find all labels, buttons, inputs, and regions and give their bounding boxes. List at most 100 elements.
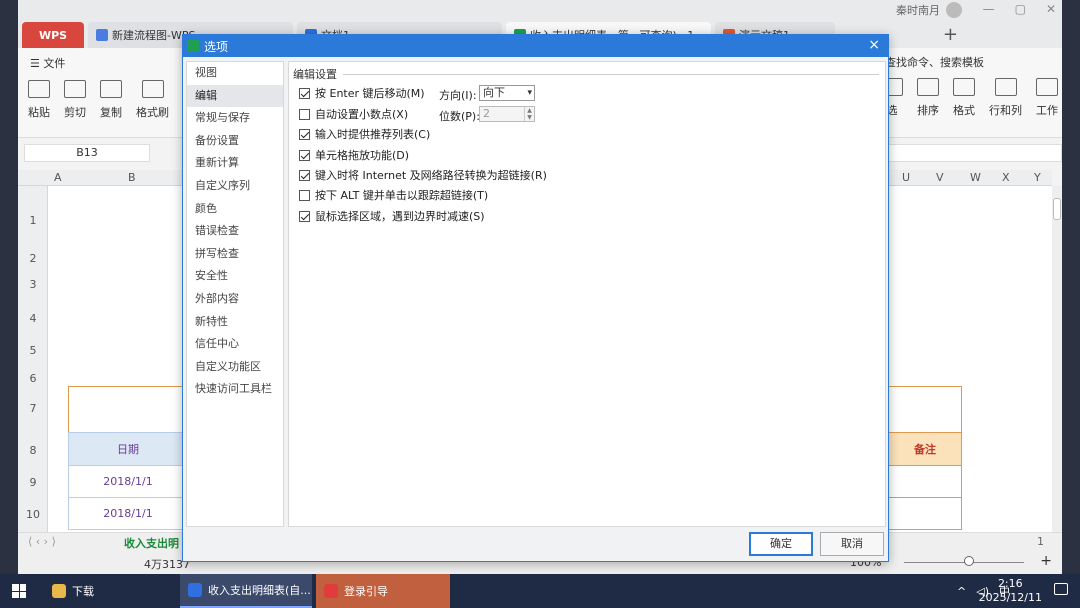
tab-wps-home[interactable]: WPS <box>22 22 84 48</box>
options-dialog: 选项 × 视图 编辑 常规与保存 备份设置 重新计算 自定义序列 颜色 错误检查… <box>182 34 889 562</box>
formula-bar[interactable] <box>884 144 1062 162</box>
maximize-icon[interactable]: ▢ <box>1015 2 1026 16</box>
option-auto-decimal[interactable]: 自动设置小数点(X) <box>299 106 408 122</box>
worksheet-icon <box>1036 78 1058 96</box>
format-icon <box>953 78 975 96</box>
nav-item-custom-ribbon[interactable]: 自定义功能区 <box>187 356 283 379</box>
close-icon[interactable]: ✕ <box>1046 2 1056 16</box>
nav-item-color[interactable]: 颜色 <box>187 198 283 221</box>
checkbox[interactable] <box>299 169 310 181</box>
option-slow-scroll[interactable]: 鼠标选择区域，遇到边界时减速(S) <box>299 208 485 224</box>
date-cell[interactable]: 2018/1/1 <box>68 466 188 498</box>
direction-select[interactable]: 向下 <box>479 85 535 101</box>
col-header[interactable]: W <box>970 171 981 184</box>
worksheet-button[interactable]: 工作 <box>1036 78 1058 118</box>
digits-stepper[interactable]: 2 ▲ ▼ <box>479 106 535 122</box>
notification-icon[interactable] <box>1054 583 1068 595</box>
checkbox[interactable] <box>299 108 310 120</box>
nav-item-new-features[interactable]: 新特性 <box>187 311 283 334</box>
nav-item-backup[interactable]: 备份设置 <box>187 130 283 153</box>
user-info[interactable]: 秦时南月 <box>896 2 962 18</box>
option-alt-click-link[interactable]: 按下 ALT 键并单击以跟踪超链接(T) <box>299 187 488 203</box>
zoom-slider-handle[interactable] <box>964 556 974 566</box>
chevron-up-icon[interactable]: ^ <box>957 585 966 598</box>
sheet-nav-arrows-icon[interactable]: ⟨ ‹ › ⟩ <box>28 535 56 548</box>
nav-item-trust-center[interactable]: 信任中心 <box>187 333 283 356</box>
nav-item-error-check[interactable]: 错误检查 <box>187 220 283 243</box>
name-box[interactable]: B13 <box>24 144 150 162</box>
row-headers: 1 2 3 4 5 6 7 8 9 10 <box>18 186 48 532</box>
scroll-thumb[interactable] <box>1053 198 1061 220</box>
row-header[interactable]: 7 <box>18 402 48 415</box>
row-header[interactable]: 4 <box>18 312 48 325</box>
tool-label: 工作 <box>1036 104 1058 117</box>
windows-start-icon[interactable] <box>12 584 26 598</box>
close-button[interactable]: × <box>868 37 880 53</box>
option-hyperlink-convert[interactable]: 键入时将 Internet 及网络路径转换为超链接(R) <box>299 167 547 183</box>
sheet-tab[interactable]: 收入支出明 <box>124 535 179 551</box>
cut-button[interactable]: 剪切 <box>64 80 86 120</box>
row-header[interactable]: 5 <box>18 344 48 357</box>
format-button[interactable]: 格式 <box>953 78 975 118</box>
checkbox[interactable] <box>299 87 310 99</box>
checkbox[interactable] <box>299 189 310 201</box>
row-header[interactable]: 8 <box>18 444 48 457</box>
minimize-icon[interactable]: — <box>983 2 995 16</box>
nav-item-external[interactable]: 外部内容 <box>187 288 283 311</box>
col-header[interactable]: U <box>902 171 910 184</box>
checkbox[interactable] <box>299 149 310 161</box>
table-title-cell-right[interactable] <box>888 386 962 432</box>
command-search[interactable]: 查找命令、搜索模板 <box>885 54 984 70</box>
row-header[interactable]: 9 <box>18 476 48 489</box>
col-header[interactable]: B <box>128 171 136 184</box>
clock[interactable]: 2:16 2025/12/11 <box>979 577 1042 605</box>
taskbar-item-downloads[interactable]: 下载 <box>44 574 174 608</box>
option-drag-drop[interactable]: 单元格拖放功能(D) <box>299 147 409 163</box>
note-cell[interactable] <box>888 466 962 498</box>
new-tab-icon[interactable]: + <box>943 24 958 45</box>
note-cell[interactable] <box>888 498 962 530</box>
sort-button[interactable]: 排序 <box>917 78 939 118</box>
taskbar-item-login[interactable]: 登录引导 <box>316 574 450 608</box>
tool-label: 行和列 <box>989 104 1022 117</box>
nav-item-security[interactable]: 安全性 <box>187 265 283 288</box>
copy-button[interactable]: 复制 <box>100 80 122 120</box>
col-header[interactable]: X <box>1002 171 1010 184</box>
nav-item-edit[interactable]: 编辑 <box>187 84 283 108</box>
nav-item-recalc[interactable]: 重新计算 <box>187 152 283 175</box>
option-enter-move[interactable]: 按 Enter 键后移动(M) <box>299 85 425 101</box>
row-header[interactable]: 10 <box>18 508 48 521</box>
nav-item-view[interactable]: 视图 <box>187 62 283 85</box>
nav-item-quick-access[interactable]: 快速访问工具栏 <box>187 378 283 401</box>
nav-item-general-save[interactable]: 常规与保存 <box>187 107 283 130</box>
vertical-scrollbar[interactable] <box>1052 186 1062 532</box>
row-header[interactable]: 2 <box>18 252 48 265</box>
stepper-arrows-icon[interactable]: ▲ ▼ <box>524 107 534 121</box>
nav-item-custom-lists[interactable]: 自定义序列 <box>187 175 283 198</box>
nav-item-spell-check[interactable]: 拼写检查 <box>187 243 283 266</box>
zoom-in-icon[interactable]: + <box>1040 553 1052 569</box>
file-menu[interactable]: ☰ 文件 <box>30 55 65 71</box>
avatar[interactable] <box>946 2 962 18</box>
row-header[interactable]: 3 <box>18 278 48 291</box>
cancel-button[interactable]: 取消 <box>820 532 884 556</box>
note-header-cell[interactable]: 备注 <box>888 432 962 466</box>
format-painter-button[interactable]: 格式刷 <box>136 80 169 120</box>
table-title-cell[interactable] <box>68 386 188 432</box>
paste-button[interactable]: 粘贴 <box>28 80 50 120</box>
rows-cols-button[interactable]: 行和列 <box>989 78 1022 118</box>
rows-cols-icon <box>994 78 1017 96</box>
col-header[interactable]: V <box>936 171 944 184</box>
date-cell[interactable]: 2018/1/1 <box>68 498 188 530</box>
checkbox[interactable] <box>299 128 310 140</box>
checkbox[interactable] <box>299 210 310 222</box>
row-header[interactable]: 1 <box>18 214 48 227</box>
ok-button[interactable]: 确定 <box>749 532 813 556</box>
option-autocomplete[interactable]: 输入时提供推荐列表(C) <box>299 126 430 142</box>
page-number: 1 <box>1037 535 1044 548</box>
date-header-cell[interactable]: 日期 <box>68 432 188 466</box>
col-header[interactable]: Y <box>1034 171 1041 184</box>
row-header[interactable]: 6 <box>18 372 48 385</box>
taskbar-item-spreadsheet[interactable]: 收入支出明细表(自... <box>180 574 312 608</box>
col-header[interactable]: A <box>54 171 62 184</box>
